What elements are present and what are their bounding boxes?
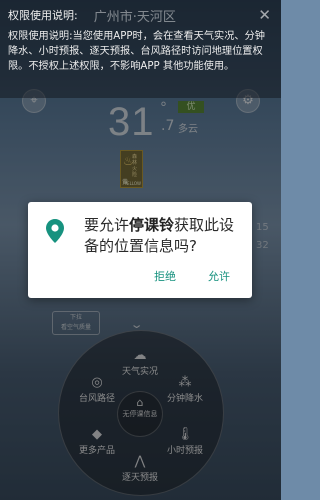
location-pin-icon (46, 219, 64, 243)
allow-button[interactable]: 允许 (200, 266, 238, 288)
dialog-message: 要允许停课铃获取此设备的位置信息吗? (84, 215, 244, 257)
deny-button[interactable]: 拒绝 (146, 266, 184, 288)
permission-title: 权限使用说明: (8, 9, 78, 22)
close-icon[interactable]: ✕ (258, 6, 271, 24)
permission-notice: 权限使用说明: 广州市·天河区 ✕ 权限使用说明:当您使用APP时，会在查看天气… (0, 0, 281, 98)
permission-text: 权限使用说明:当您使用APP时，会在查看天气实况、分钟降水、小时预报、逐天预报、… (8, 31, 265, 73)
dialog-app-name: 停课铃 (129, 216, 175, 234)
location-permission-dialog: 要允许停课铃获取此设备的位置信息吗? 拒绝 允许 (28, 202, 252, 298)
dialog-prefix: 要允许 (84, 216, 130, 234)
city-name: 广州市·天河区 (93, 9, 176, 25)
